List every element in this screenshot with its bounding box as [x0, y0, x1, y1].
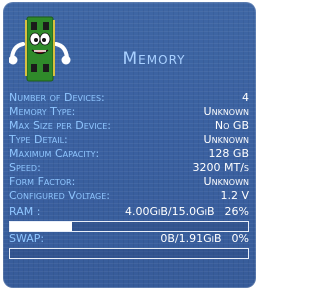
detail-row-speed: Speed: 3200 MT/s [9, 161, 249, 175]
detail-row-form-factor: Form Factor: Unknown [9, 175, 249, 189]
widget-title: Memory [122, 49, 186, 69]
detail-row-memory-type: Memory Type: Unknown [9, 105, 249, 119]
ram-percent: 26% [224, 205, 249, 218]
ram-label: RAM : [9, 205, 41, 218]
ram-usage-row: RAM : 4.00GiB/15.0GiB 26% [9, 205, 249, 218]
detail-row-configured-voltage: Configured Voltage: 1.2 V [9, 189, 249, 203]
detail-label: Speed: [9, 161, 41, 174]
detail-value: 3200 MT/s [192, 161, 250, 174]
memory-module-mascot-icon [9, 16, 71, 82]
ram-usage-bar-fill [10, 222, 72, 231]
ram-usage-bar [9, 221, 249, 232]
swap-label: SWAP: [9, 232, 45, 245]
detail-row-maximum-capacity: Maximum Capacity: 128 GB [9, 147, 249, 161]
detail-label: Memory Type: [9, 105, 76, 118]
detail-value: Unknown [203, 105, 249, 118]
swap-percent: 0% [231, 232, 249, 245]
ram-amount: 4.00GiB/15.0GiB [124, 205, 215, 218]
detail-row-max-size-per-device: Max Size per Device: No GB [9, 119, 249, 133]
detail-label: Configured Voltage: [9, 189, 110, 202]
detail-label: Maximum Capacity: [9, 147, 100, 160]
swap-usage-bar [9, 248, 249, 259]
detail-value: 128 GB [208, 147, 249, 160]
swap-usage-row: SWAP: 0B/1.91GiB 0% [9, 232, 249, 245]
detail-label: Max Size per Device: [9, 119, 111, 132]
detail-value: Unknown [203, 175, 249, 188]
detail-value: No GB [214, 119, 249, 132]
detail-value: 4 [242, 91, 249, 104]
memory-details: Number of Devices: 4 Memory Type: Unknow… [9, 91, 249, 203]
detail-value: 1.2 V [220, 189, 249, 202]
detail-value: Unknown [203, 133, 249, 146]
swap-amount: 0B/1.91GiB [160, 232, 222, 245]
detail-label: Form Factor: [9, 175, 76, 188]
detail-row-number-of-devices: Number of Devices: 4 [9, 91, 249, 105]
detail-row-type-detail: Type Detail: Unknown [9, 133, 249, 147]
memory-widget: Memory Number of Devices: 4 Memory Type:… [3, 2, 256, 288]
detail-label: Type Detail: [9, 133, 68, 146]
detail-label: Number of Devices: [9, 91, 105, 104]
